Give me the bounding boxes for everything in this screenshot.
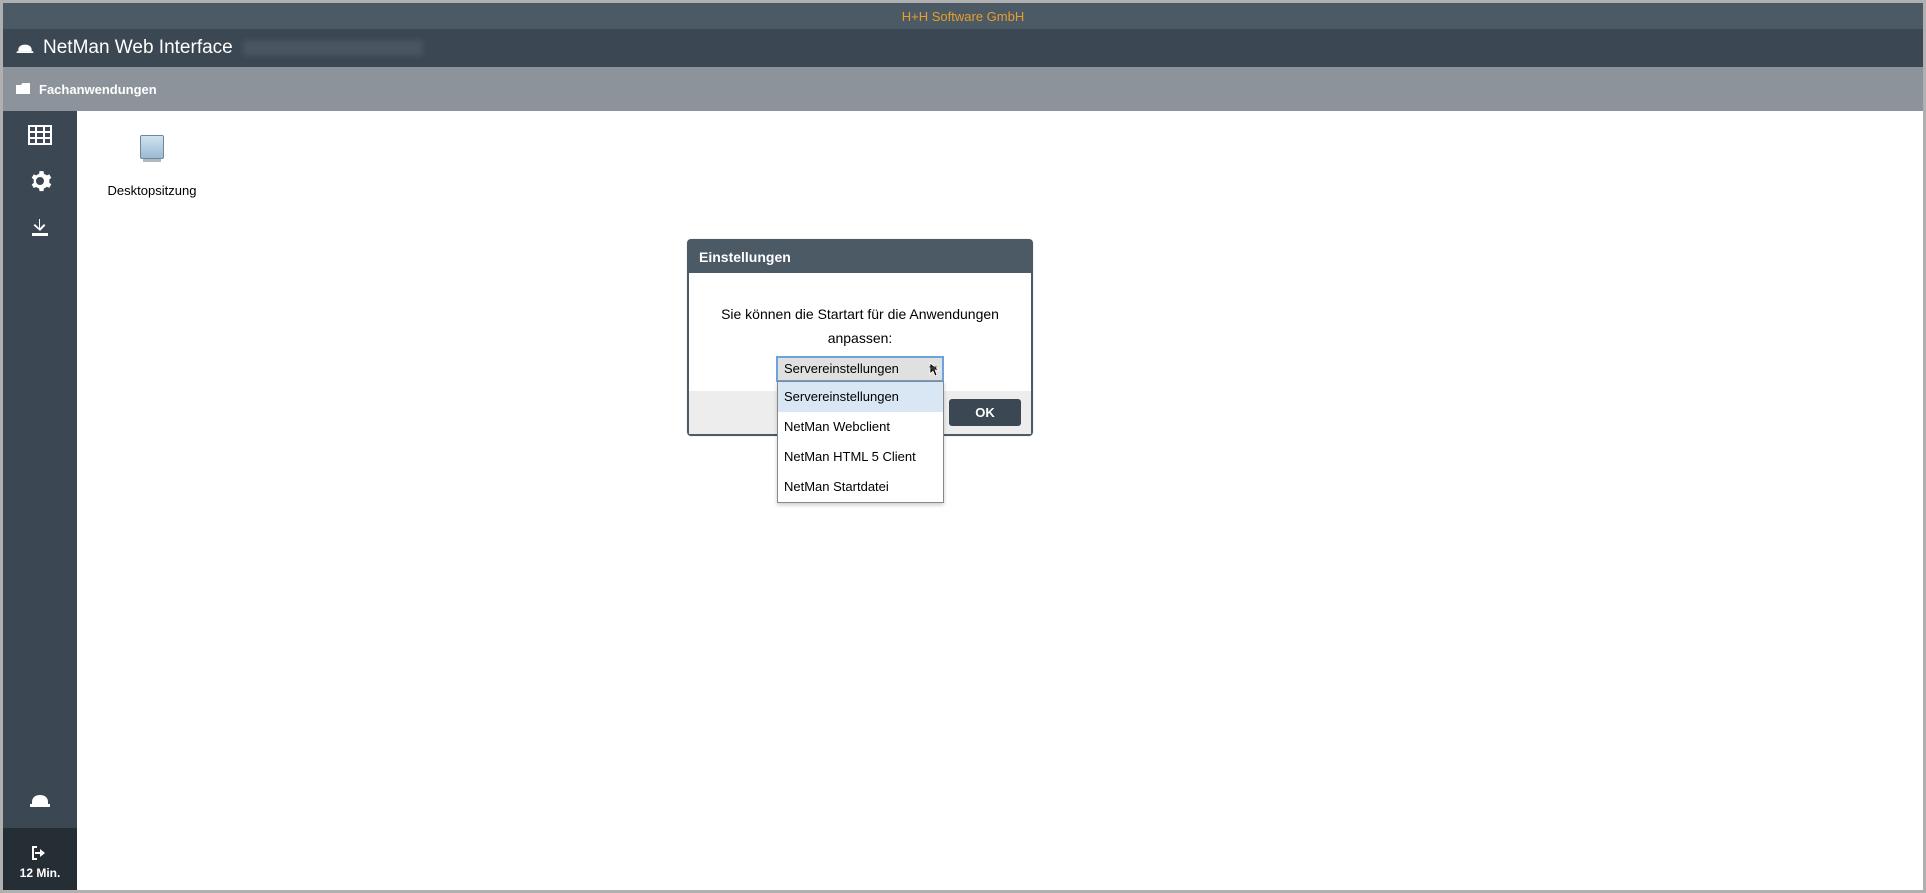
company-name: H+H Software GmbH <box>902 9 1024 24</box>
app-logo-icon <box>15 41 35 55</box>
breadcrumb-bar: Fachanwendungen <box>3 67 1923 111</box>
download-icon <box>29 217 51 239</box>
dialog-body: Sie können die Startart für die Anwendun… <box>689 273 1031 391</box>
main-area: 12 Min. Desktopsitzung Einstellungen Sie… <box>3 111 1923 890</box>
dialog-message-line2: anpassen: <box>709 327 1011 351</box>
sidebar-item-settings[interactable] <box>3 169 77 193</box>
dialog-title: Einstellungen <box>689 241 1031 273</box>
company-bar: H+H Software GmbH <box>3 3 1923 29</box>
sidebar-bottom: 12 Min. <box>3 772 77 890</box>
sidebar: 12 Min. <box>3 111 77 890</box>
start-type-select-wrap: Servereinstellungen Servereinstellungen … <box>777 357 943 381</box>
sidebar-item-session[interactable] <box>3 772 77 828</box>
desktop-session-icon <box>140 135 164 159</box>
settings-dialog: Einstellungen Sie können die Startart fü… <box>687 239 1033 436</box>
ok-button[interactable]: OK <box>949 399 1021 426</box>
app-title-secondary-blurred <box>243 40 423 56</box>
breadcrumb-label: Fachanwendungen <box>39 82 157 97</box>
start-type-dropdown: Servereinstellungen NetMan Webclient Net… <box>777 381 944 503</box>
start-type-select[interactable]: Servereinstellungen <box>777 357 943 381</box>
select-value: Servereinstellungen <box>784 358 899 380</box>
dropdown-option-startdatei[interactable]: NetMan Startdatei <box>778 472 943 502</box>
grid-icon <box>28 125 52 145</box>
dropdown-option-html5client[interactable]: NetMan HTML 5 Client <box>778 442 943 472</box>
sidebar-top <box>3 111 77 772</box>
logout-icon <box>30 844 50 862</box>
logout-timer: 12 Min. <box>20 866 61 880</box>
app-root: H+H Software GmbH NetMan Web Interface F… <box>3 3 1923 890</box>
session-icon <box>28 791 52 809</box>
gear-icon <box>28 169 52 193</box>
app-title: NetMan Web Interface <box>43 37 233 59</box>
sidebar-item-logout[interactable]: 12 Min. <box>3 828 77 890</box>
dropdown-option-webclient[interactable]: NetMan Webclient <box>778 412 943 442</box>
dropdown-option-servereinstellungen[interactable]: Servereinstellungen <box>778 382 943 412</box>
cursor-icon <box>929 362 941 378</box>
shortcut-desktopsitzung[interactable]: Desktopsitzung <box>97 135 207 198</box>
sidebar-item-download[interactable] <box>3 217 77 239</box>
content-area: Desktopsitzung Einstellungen Sie können … <box>77 111 1923 890</box>
dialog-message-line1: Sie können die Startart für die Anwendun… <box>709 303 1011 327</box>
folder-icon <box>15 82 31 96</box>
sidebar-item-grid[interactable] <box>3 125 77 145</box>
shortcut-label: Desktopsitzung <box>108 183 197 198</box>
title-bar: NetMan Web Interface <box>3 29 1923 67</box>
